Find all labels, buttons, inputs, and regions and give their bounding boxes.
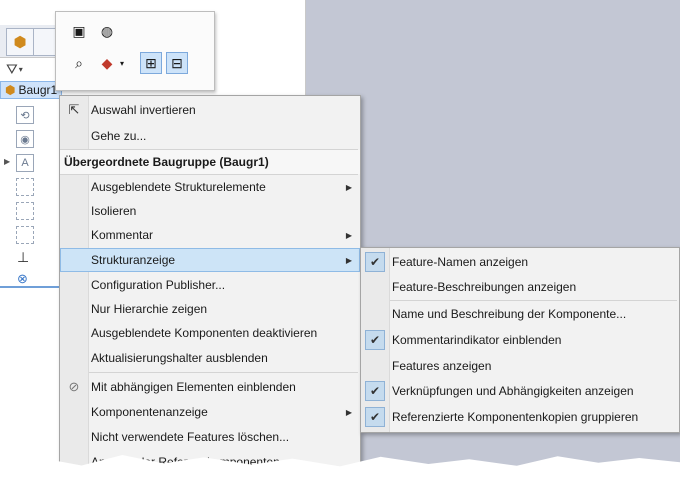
appearance-icon[interactable]: ◍ [96,20,118,42]
menu-item-component-display[interactable]: Komponentenanzeige ▶ [60,400,360,424]
color-icon[interactable]: ◆ [96,52,118,74]
menu-item-show-with-dependents[interactable]: ⊘ Mit abhängigen Elementen einblenden [60,375,360,399]
menu-item-show-hierarchy-only[interactable]: Nur Hierarchie zeigen [60,297,360,321]
tree-rollback-bar[interactable] [0,286,60,288]
tree-display-toggle-icon[interactable]: ⊞ [140,52,162,74]
checkmark-icon: ✔ [365,330,385,350]
sensors-folder-icon[interactable]: ◉ [16,130,34,148]
menu-item-go-to[interactable]: Gehe zu... [60,124,360,148]
assembly-tab-icon: ⬢ [13,34,27,51]
submenu-item-show-comment-indicator[interactable]: ✔ Kommentarindikator einblenden [361,328,679,352]
annotations-folder-icon[interactable]: A [16,154,34,172]
menu-item-tree-display[interactable]: Strukturanzeige ▶ [60,248,360,272]
submenu-arrow-icon: ▶ [345,407,352,417]
filter-icon[interactable]: ⛛ [6,61,18,78]
right-plane-icon[interactable] [16,226,34,244]
assembly-icon: ⬢ [5,83,16,97]
open-part-icon[interactable]: ▣ [68,20,90,42]
submenu-arrow-icon: ▶ [345,230,352,240]
filter-dropdown-icon[interactable]: ▾ [19,65,23,74]
checkmark-icon: ✔ [365,407,385,427]
menu-separator [390,300,677,301]
submenu-item-component-name-description[interactable]: Name und Beschreibung der Komponente... [361,302,679,326]
menu-item-comment[interactable]: Kommentar ▶ [60,223,360,247]
submenu-item-show-feature-descriptions[interactable]: Feature-Beschreibungen anzeigen [361,275,679,299]
manager-tab-strip: ⬢ [0,25,61,58]
flatten-tree-icon[interactable]: ⊟ [166,52,188,74]
menu-item-invert-selection[interactable]: ⇱ Auswahl invertieren [60,98,360,122]
mates-icon[interactable]: ⊗ [17,271,28,287]
menu-item-isolate[interactable]: Isolieren [60,199,360,223]
zoom-to-selection-icon[interactable]: ⌕ [68,52,90,74]
submenu-arrow-icon: ▶ [345,182,352,192]
menu-item-configuration-publisher[interactable]: Configuration Publisher... [60,273,360,297]
menu-header-parent-assembly: Übergeordnete Baugruppe (Baugr1) [60,150,360,174]
tree-display-submenu: ✔ Feature-Namen anzeigen Feature-Beschre… [360,247,680,433]
history-folder-icon[interactable]: ⟲ [16,106,34,124]
context-toolbar: ▣ ◍ ⌕ ◆ ▾ ⊞ ⊟ [55,11,215,91]
expand-chevron-icon[interactable]: ▶ [4,157,10,166]
assembly-label: Baugr1 [18,83,58,97]
menu-item-delete-unused-features[interactable]: Nicht verwendete Features löschen... [60,425,360,449]
select-invert-icon: ⇱ [68,102,80,117]
submenu-item-group-referenced-components[interactable]: ✔ Referenzierte Komponentenkopien gruppi… [361,405,679,429]
origin-icon[interactable]: ⊥ [17,249,29,266]
menu-item-hidden-tree-items[interactable]: Ausgeblendete Strukturelemente ▶ [60,175,360,199]
menu-separator [89,372,358,373]
color-dropdown-icon[interactable]: ▾ [116,52,128,74]
submenu-item-show-features[interactable]: Features anzeigen [361,354,679,378]
checkmark-icon: ✔ [365,252,385,272]
menu-item-suppress-hidden-components[interactable]: Ausgeblendete Komponenten deaktivieren [60,321,360,345]
menu-item-hide-update-holders[interactable]: Aktualisierungshalter ausblenden [60,346,360,370]
tree-item-assembly[interactable]: ⬢ Baugr1 [0,81,63,99]
tab-feature-manager[interactable]: ⬢ [6,28,34,56]
submenu-arrow-icon: ▶ [345,255,352,265]
show-dependent-icon: ⊘ [68,379,80,394]
context-menu: ⇱ Auswahl invertieren Gehe zu... Übergeo… [59,95,361,475]
checkmark-icon: ✔ [365,381,385,401]
submenu-item-show-mates-dependencies[interactable]: ✔ Verknüpfungen und Abhängigkeiten anzei… [361,379,679,403]
front-plane-icon[interactable] [16,178,34,196]
submenu-item-show-feature-names[interactable]: ✔ Feature-Namen anzeigen [361,250,679,274]
top-plane-icon[interactable] [16,202,34,220]
